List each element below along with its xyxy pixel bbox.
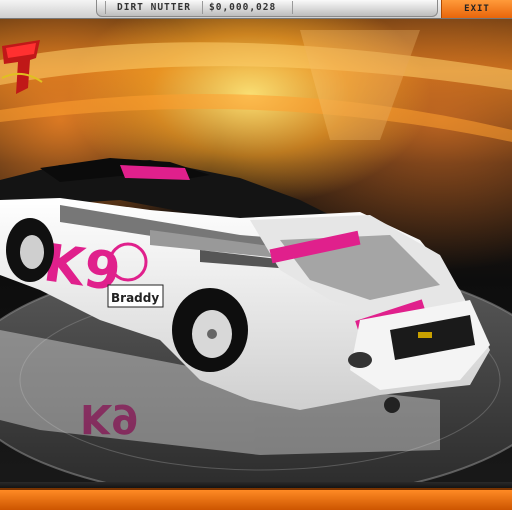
player-info-panel: DIRT NUTTER $0,000,028 [96, 0, 438, 17]
bottom-orange-bar [0, 488, 512, 510]
game-logo [1, 40, 43, 94]
hud-separator [292, 1, 293, 14]
money-display: $0,000,028 [209, 2, 277, 13]
light-streaks [0, 30, 512, 142]
garage-scene: K9 K9 Braddy DIRT NUTTER $0,000,028 EXIT [0, 0, 512, 510]
hud-separator [105, 1, 106, 14]
showroom-render: K9 K9 Braddy [0, 30, 512, 501]
sponsor-label: Braddy [111, 291, 159, 305]
svg-text:K9: K9 [80, 395, 139, 441]
top-hud-bar: DIRT NUTTER $0,000,028 EXIT [0, 0, 512, 19]
exit-button[interactable]: EXIT [441, 0, 512, 18]
player-name: DIRT NUTTER [117, 2, 191, 13]
hud-separator [202, 1, 203, 14]
